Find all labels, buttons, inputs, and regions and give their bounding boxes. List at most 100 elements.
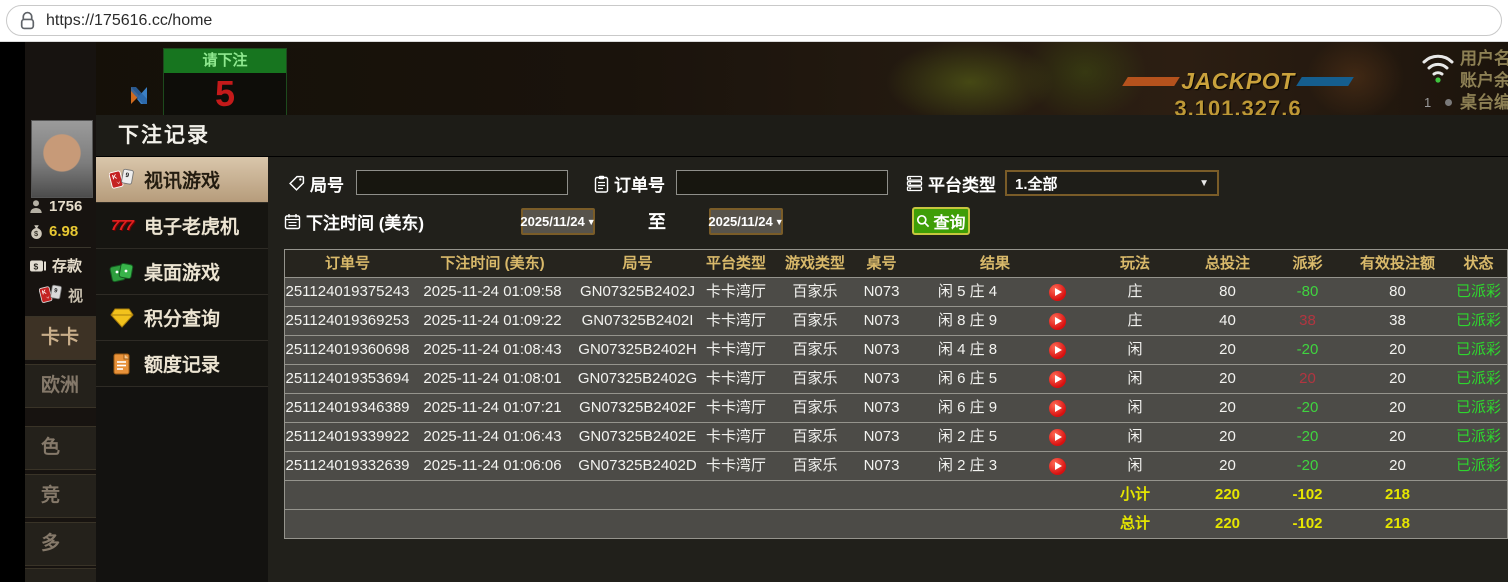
cell-round-number: GN07325B2402J	[575, 278, 700, 306]
cell-payout: -20	[1270, 423, 1345, 451]
cell-order-number: 251124019339922	[285, 423, 410, 451]
video-tab-row[interactable]: K 9 视	[39, 284, 83, 306]
menu-label: 视讯游戏	[144, 166, 220, 193]
cell-replay	[1030, 307, 1085, 335]
menu-item-table-games[interactable]: 桌面游戏	[96, 249, 268, 295]
cell-bet-time: 2025-11-24 01:09:58	[410, 278, 575, 306]
jackpot-banner: JACKPOT 3,101,327.6	[1118, 68, 1358, 122]
cell-round-number: GN07325B2402I	[575, 307, 700, 335]
cell-play-type: 闲	[1085, 365, 1185, 393]
search-icon	[916, 214, 930, 228]
chevron-down-icon: ▼	[775, 217, 784, 227]
col-platform: 平台类型	[700, 250, 772, 277]
cell-valid-bet: 20	[1345, 394, 1450, 422]
lobby-tab-kaka[interactable]: 卡卡	[25, 316, 96, 360]
camera-1[interactable]: 1	[1424, 95, 1431, 110]
lobby-tab-duo[interactable]: 多	[25, 522, 96, 566]
menu-item-credit-records[interactable]: 额度记录	[96, 341, 268, 387]
cell-platform: 卡卡湾厅	[700, 452, 772, 480]
cell-round-number: GN07325B2402H	[575, 336, 700, 364]
cell-play-type: 闲	[1085, 336, 1185, 364]
countdown-value: 5	[164, 73, 286, 117]
col-round: 局号	[575, 250, 700, 277]
betting-records-modal: 下注记录 K 9 视讯游戏 777 电子老虎机	[96, 115, 1508, 582]
search-button[interactable]: 查询	[912, 207, 970, 235]
avatar	[31, 120, 93, 198]
cell-replay	[1030, 336, 1085, 364]
platform-stack-icon	[906, 175, 923, 192]
lobby-tab-europe[interactable]: 欧洲	[25, 364, 96, 408]
slots-777-icon: 777	[109, 217, 135, 234]
col-time: 下注时间 (美东)	[410, 250, 575, 277]
balance-value: 6.98	[49, 223, 78, 240]
play-video-button[interactable]	[1049, 429, 1066, 446]
play-video-button[interactable]	[1049, 342, 1066, 359]
cell-valid-bet: 20	[1345, 423, 1450, 451]
url-field[interactable]: https://175616.cc/home	[6, 5, 1502, 36]
cell-order-number: 251124019369253	[285, 307, 410, 335]
date-to-value: 2025/11/24	[708, 214, 772, 229]
table-row: 251124019369253 2025-11-24 01:09:22 GN07…	[285, 306, 1507, 335]
menu-item-slots[interactable]: 777 电子老虎机	[96, 203, 268, 249]
cell-valid-bet: 20	[1345, 336, 1450, 364]
round-number-input[interactable]	[356, 170, 568, 195]
cell-platform: 卡卡湾厅	[700, 423, 772, 451]
total-label: 总计	[1085, 510, 1185, 538]
play-video-button[interactable]	[1049, 458, 1066, 475]
lobby-tab-jing[interactable]: 竞	[25, 474, 96, 518]
table-row: 251124019339922 2025-11-24 01:06:43 GN07…	[285, 422, 1507, 451]
cell-bet-time: 2025-11-24 01:08:43	[410, 336, 575, 364]
play-video-button[interactable]	[1049, 313, 1066, 330]
cell-bet-time: 2025-11-24 01:06:06	[410, 452, 575, 480]
lobby-tab-se[interactable]: 色	[25, 426, 96, 470]
play-video-button[interactable]	[1049, 400, 1066, 417]
screen: https://175616.cc/home PLAYACE 请下注 5 JAC…	[0, 0, 1508, 582]
cell-platform: 卡卡湾厅	[700, 278, 772, 306]
cell-game-type: 百家乐	[772, 278, 858, 306]
table-row: 251124019360698 2025-11-24 01:08:43 GN07…	[285, 335, 1507, 364]
menu-label: 额度记录	[144, 350, 220, 377]
cell-total-bet: 20	[1185, 336, 1270, 364]
col-order: 订单号	[285, 250, 410, 277]
date-to-select[interactable]: 2025/11/24 ▼	[709, 208, 783, 235]
to-label: 至	[648, 208, 666, 234]
play-video-button[interactable]	[1049, 284, 1066, 301]
cell-valid-bet: 20	[1345, 365, 1450, 393]
lobby-tab-slots-label: 电子	[53, 569, 91, 582]
cell-platform: 卡卡湾厅	[700, 394, 772, 422]
menu-item-points-query[interactable]: 积分查询	[96, 295, 268, 341]
menu-label: 积分查询	[144, 304, 220, 331]
cell-valid-bet: 80	[1345, 278, 1450, 306]
platform-type-value: 1.全部	[1015, 173, 1058, 194]
deposit-button[interactable]: $ 存款	[29, 255, 82, 276]
cell-status: 已派彩	[1450, 365, 1507, 393]
camera-1-dot	[1445, 99, 1452, 106]
playace-logo-icon	[128, 82, 155, 108]
cell-play-type: 闲	[1085, 394, 1185, 422]
cell-game-type: 百家乐	[772, 336, 858, 364]
bet-table-body: 251124019375243 2025-11-24 01:09:58 GN07…	[285, 277, 1507, 480]
cell-bet-time: 2025-11-24 01:06:43	[410, 423, 575, 451]
calendar-icon	[284, 213, 301, 230]
balance-row: $ 6.98	[29, 223, 78, 240]
platform-filter-label: 平台类型	[906, 171, 996, 196]
cell-play-type: 庄	[1085, 278, 1185, 306]
subtotal-bet: 220	[1185, 481, 1270, 509]
cell-status: 已派彩	[1450, 307, 1507, 335]
cell-replay	[1030, 423, 1085, 451]
play-video-button[interactable]	[1049, 371, 1066, 388]
cell-payout: -20	[1270, 394, 1345, 422]
bet-prompt-label: 请下注	[164, 49, 286, 73]
date-from-select[interactable]: 2025/11/24 ▼	[521, 208, 595, 235]
menu-item-video-games[interactable]: K 9 视讯游戏	[96, 157, 268, 203]
cell-table-number: N073	[858, 394, 905, 422]
order-number-input[interactable]	[676, 170, 888, 195]
jackpot-left-wing	[1122, 77, 1180, 86]
cell-replay	[1030, 452, 1085, 480]
cell-payout: -20	[1270, 336, 1345, 364]
total-valid: 218	[1345, 510, 1450, 538]
cell-platform: 卡卡湾厅	[700, 336, 772, 364]
modal-title: 下注记录	[96, 115, 1508, 157]
lobby-tab-slots[interactable]: 777 电子	[25, 568, 96, 582]
platform-type-select[interactable]: 1.全部 ▼	[1005, 170, 1219, 196]
